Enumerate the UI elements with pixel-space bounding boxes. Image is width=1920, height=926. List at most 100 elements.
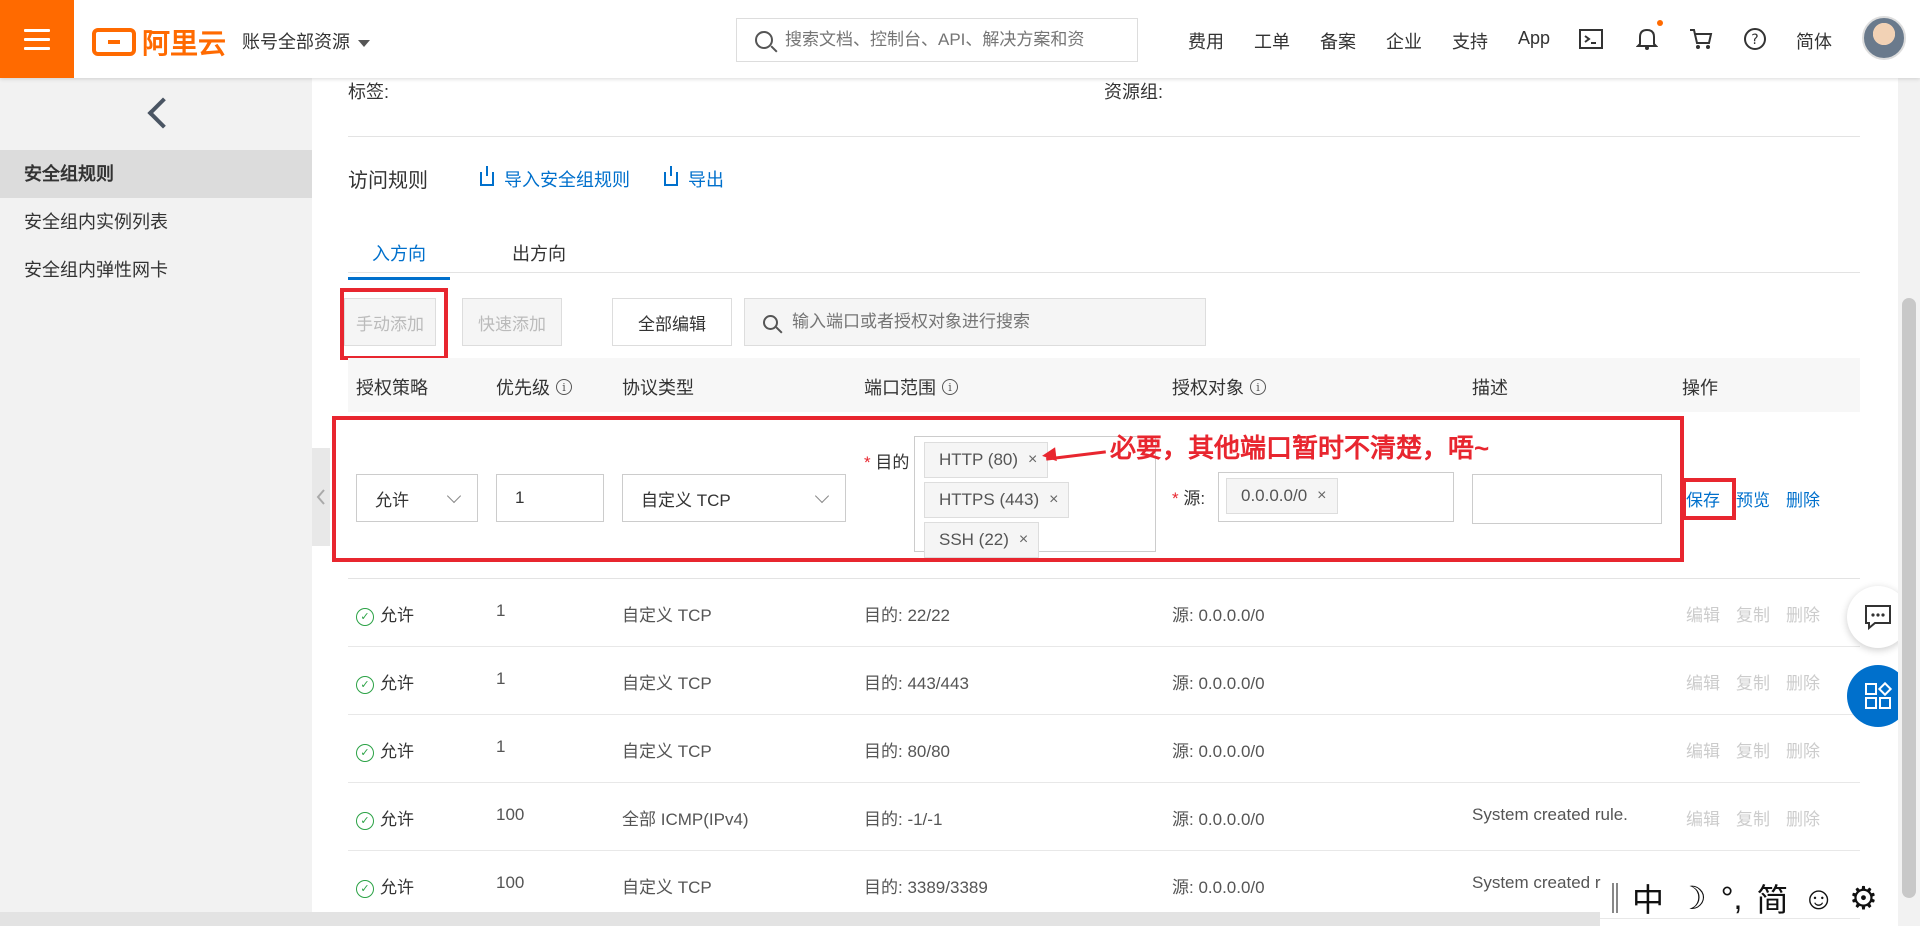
vertical-scrollbar[interactable]: [1898, 78, 1920, 926]
copy-link[interactable]: 复制: [1736, 805, 1770, 830]
row-policy-text: 允许: [380, 878, 414, 897]
language-switch[interactable]: 简体: [1796, 28, 1832, 54]
terminal-icon[interactable]: [1578, 26, 1604, 52]
delete-link[interactable]: 删除: [1786, 669, 1820, 694]
sidebar-item-security-group-rules[interactable]: 安全组规则: [0, 150, 312, 198]
global-search[interactable]: [736, 18, 1138, 62]
table-row: ✓ 允许 1 自定义 TCP 目的: 443/443 源: 0.0.0.0/0 编…: [348, 647, 1860, 715]
download-icon: [664, 166, 678, 186]
info-icon[interactable]: i: [1250, 379, 1266, 395]
cart-icon[interactable]: [1688, 26, 1714, 52]
required-marker: *: [1172, 489, 1184, 508]
table-row: ✓ 允许 1 自定义 TCP 目的: 80/80 源: 0.0.0.0/0 编辑 …: [348, 715, 1860, 783]
row-source: 源: 0.0.0.0/0: [1172, 606, 1265, 625]
bell-icon[interactable]: [1634, 26, 1660, 52]
row-priority: 100: [496, 805, 525, 824]
table-header: [348, 358, 1860, 412]
ime-moon-icon[interactable]: ☽: [1678, 879, 1707, 917]
row-policy: ✓ 允许: [356, 805, 414, 830]
import-rules-link[interactable]: 导入安全组规则: [480, 166, 630, 192]
policy-select[interactable]: 允许: [356, 474, 478, 522]
port-tag-ssh[interactable]: SSH (22) ×: [924, 522, 1040, 558]
sidebar-item-instances[interactable]: 安全组内实例列表: [0, 198, 312, 246]
row-policy: ✓ 允许: [356, 737, 414, 762]
edit-link[interactable]: 编辑: [1686, 805, 1720, 830]
ime-handle[interactable]: [1612, 883, 1618, 913]
col-policy: 授权策略: [356, 374, 428, 400]
user-avatar[interactable]: [1862, 16, 1906, 60]
source-label-text: 源:: [1183, 489, 1206, 508]
close-icon[interactable]: ×: [1317, 487, 1326, 505]
svg-text:?: ?: [1751, 32, 1758, 48]
preview-link[interactable]: 预览: [1736, 486, 1770, 511]
port-tag-https[interactable]: HTTPS (443) ×: [924, 482, 1070, 518]
delete-link[interactable]: 删除: [1786, 805, 1820, 830]
edit-link[interactable]: 编辑: [1686, 737, 1720, 762]
edit-link[interactable]: 编辑: [1686, 601, 1720, 626]
edit-link[interactable]: 编辑: [1686, 669, 1720, 694]
rule-filter[interactable]: [744, 298, 1206, 346]
nav-icp[interactable]: 备案: [1320, 28, 1356, 54]
table-row: ✓ 允许 1 自定义 TCP 目的: 22/22 源: 0.0.0.0/0 编辑 …: [348, 579, 1860, 647]
source-tag[interactable]: 0.0.0.0/0 ×: [1226, 478, 1338, 514]
nav-billing[interactable]: 费用: [1188, 28, 1224, 54]
copy-link[interactable]: 复制: [1736, 669, 1770, 694]
port-tag-ssh-label: SSH (22): [939, 530, 1009, 549]
export-link[interactable]: 导出: [664, 166, 724, 192]
account-resource-dropdown[interactable]: 账号全部资源: [242, 28, 370, 54]
close-icon[interactable]: ×: [1019, 531, 1028, 549]
nav-ticket[interactable]: 工单: [1254, 28, 1290, 54]
close-icon[interactable]: ×: [1028, 451, 1037, 469]
annotation-note: 必要，其他端口暂时不清楚，唔~: [1110, 433, 1490, 463]
col-protocol: 协议类型: [622, 374, 694, 400]
aliyun-logo[interactable]: 阿里云: [92, 22, 226, 62]
ime-simplified[interactable]: 简: [1756, 875, 1788, 921]
hamburger-menu-button[interactable]: [0, 0, 74, 78]
global-search-input[interactable]: [785, 30, 1115, 50]
edit-all-button[interactable]: 全部编辑: [612, 298, 732, 346]
caret-down-icon: [358, 39, 370, 47]
check-circle-icon: ✓: [356, 675, 374, 694]
sidebar-item-enis[interactable]: 安全组内弹性网卡: [0, 246, 312, 294]
nav-enterprise[interactable]: 企业: [1386, 28, 1422, 54]
col-description: 描述: [1472, 374, 1508, 400]
source-tag-label: 0.0.0.0/0: [1241, 486, 1308, 505]
horizontal-scrollbar[interactable]: [0, 912, 1600, 926]
copy-link[interactable]: 复制: [1736, 601, 1770, 626]
quick-add-button[interactable]: 快速添加: [462, 298, 562, 346]
copy-link[interactable]: 复制: [1736, 737, 1770, 762]
info-icon[interactable]: i: [942, 379, 958, 395]
rule-filter-input[interactable]: [792, 312, 1172, 332]
port-tag-http[interactable]: HTTP (80) ×: [924, 442, 1049, 478]
import-rules-label: 导入安全组规则: [504, 170, 630, 190]
highlight-box-manual-add: [340, 288, 448, 360]
policy-select-value: 允许: [375, 490, 409, 510]
info-icon[interactable]: i: [556, 379, 572, 395]
ime-chinese-mode[interactable]: 中: [1632, 875, 1664, 921]
scrollbar-thumb[interactable]: [1902, 298, 1916, 898]
delete-link[interactable]: 删除: [1786, 737, 1820, 762]
nav-support[interactable]: 支持: [1452, 28, 1488, 54]
nav-app[interactable]: App: [1518, 28, 1550, 49]
row-protocol: 全部 ICMP(IPv4): [622, 810, 749, 829]
row-source: 源: 0.0.0.0/0: [1172, 674, 1265, 693]
col-priority-label: 优先级: [496, 378, 550, 398]
back-arrow-icon[interactable]: [147, 97, 179, 129]
close-icon[interactable]: ×: [1049, 491, 1058, 509]
col-priority: 优先级 i: [496, 374, 572, 400]
ime-emoji-icon[interactable]: ☺: [1802, 880, 1835, 917]
check-circle-icon: ✓: [356, 743, 374, 762]
delete-link[interactable]: 删除: [1786, 486, 1820, 511]
protocol-select[interactable]: 自定义 TCP: [622, 474, 846, 522]
row-port: 目的: 443/443: [864, 674, 969, 693]
row-protocol: 自定义 TCP: [622, 742, 712, 761]
col-protocol-label: 协议类型: [622, 378, 694, 398]
account-resource-label: 账号全部资源: [242, 32, 350, 52]
description-input[interactable]: [1472, 474, 1662, 524]
collapse-handle[interactable]: [312, 448, 330, 546]
help-icon[interactable]: ?: [1742, 26, 1768, 52]
delete-link[interactable]: 删除: [1786, 601, 1820, 626]
ime-punctuation[interactable]: °,: [1721, 880, 1743, 917]
priority-input[interactable]: 1: [496, 474, 604, 522]
ime-settings-icon[interactable]: ⚙: [1849, 879, 1878, 917]
